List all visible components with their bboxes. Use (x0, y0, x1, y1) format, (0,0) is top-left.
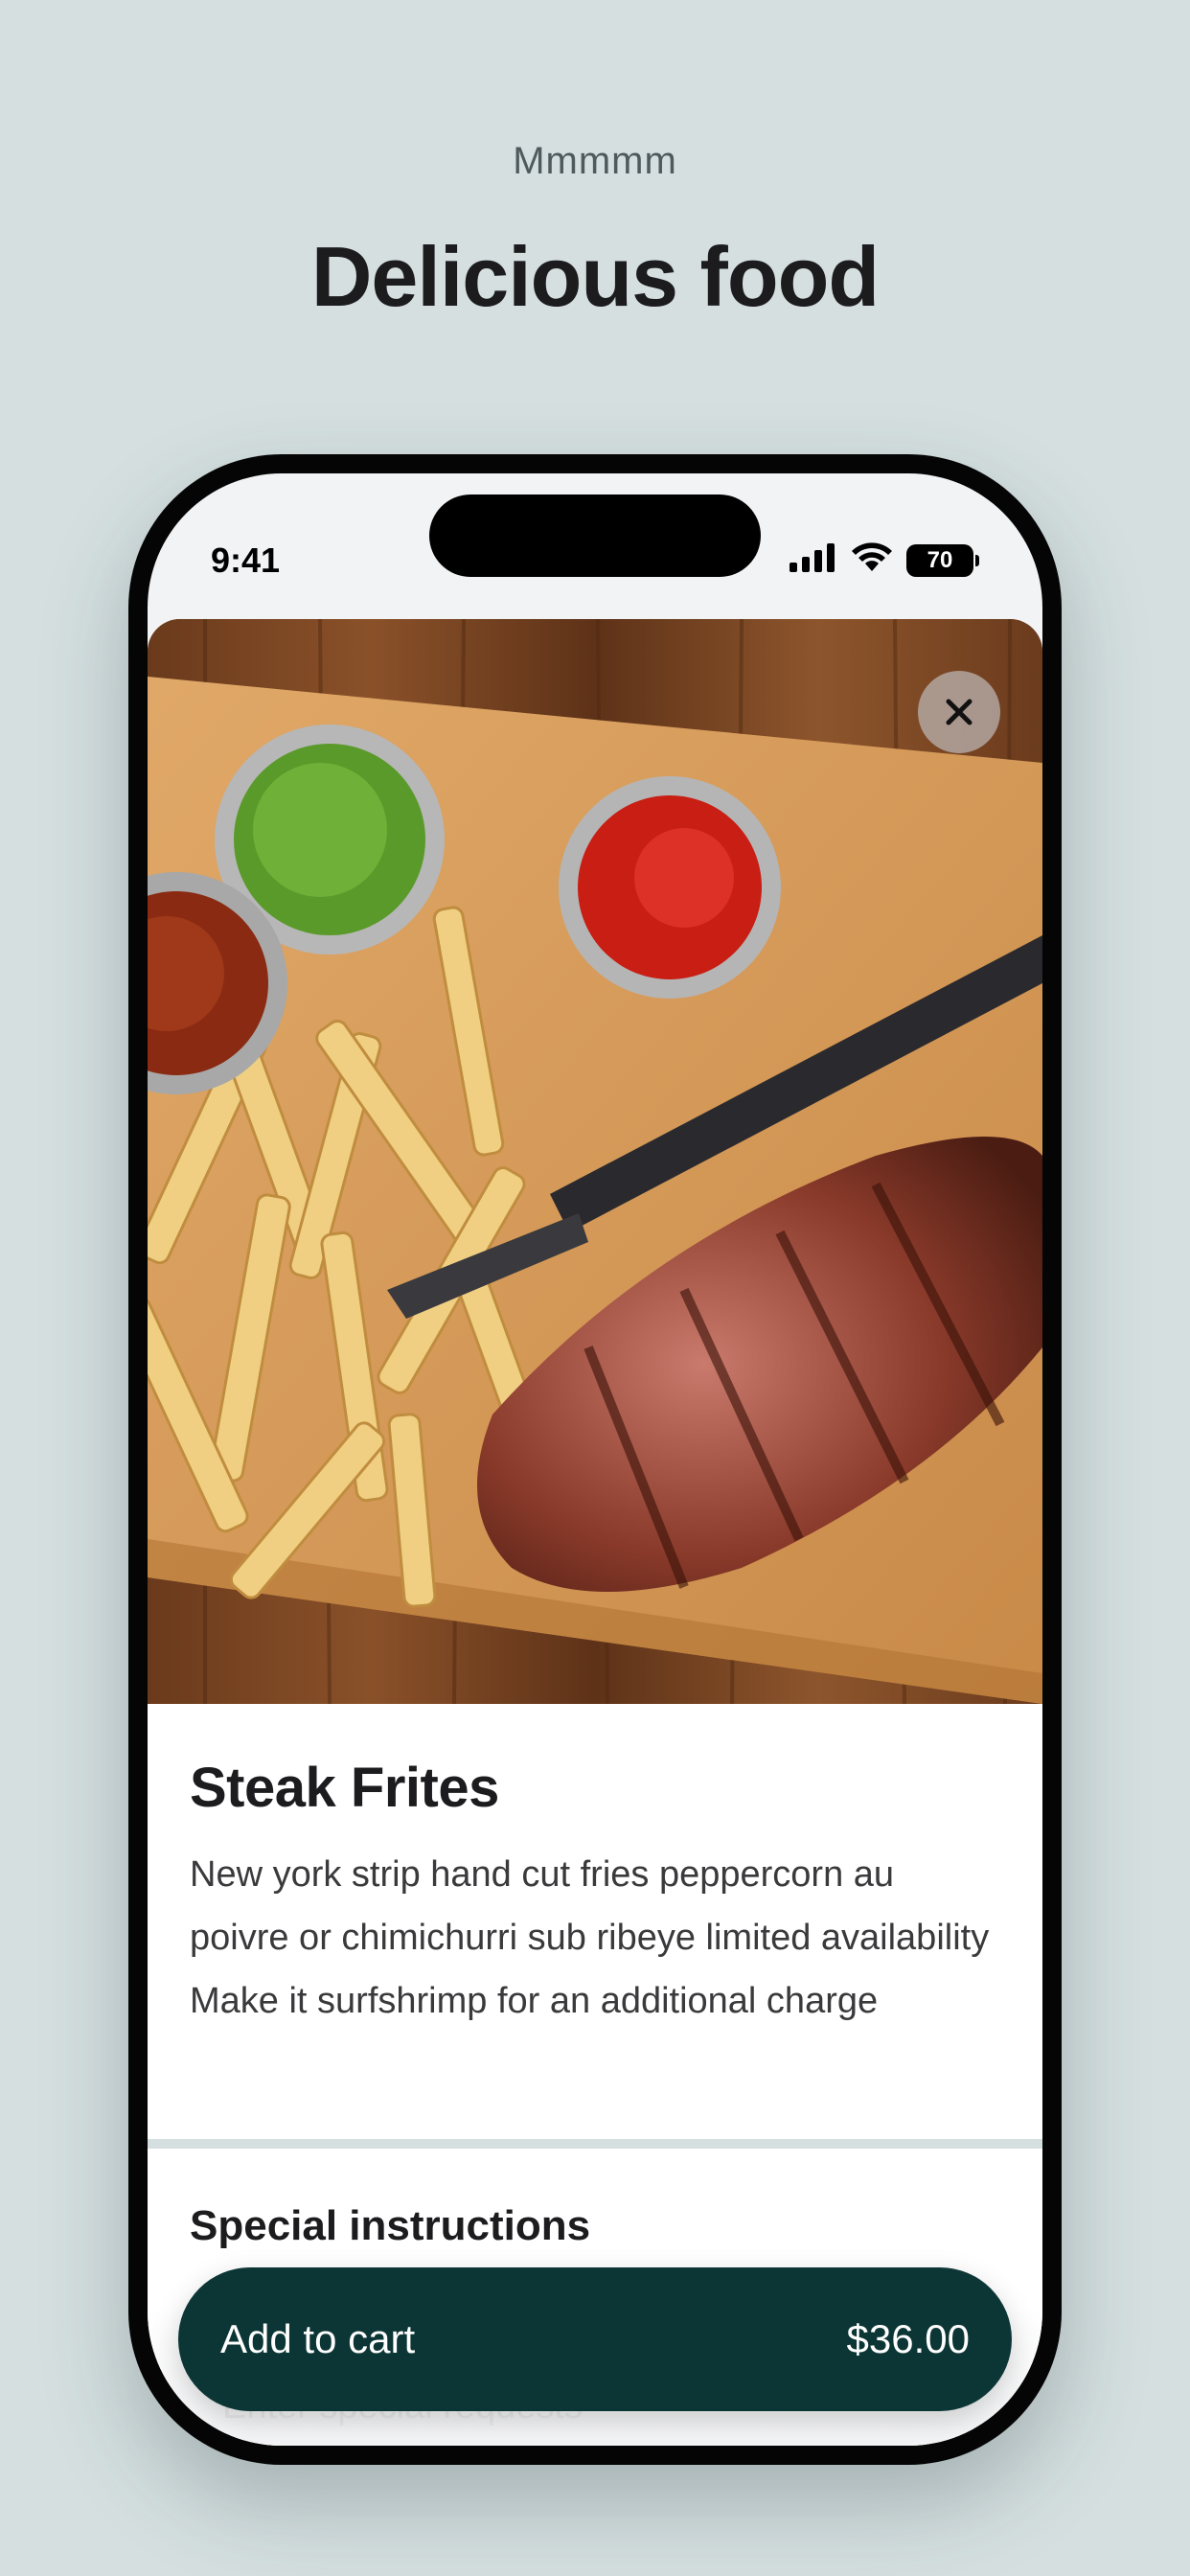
phone-frame: 9:41 70 Steak Frites New york strip hand… (128, 454, 1062, 2465)
status-time: 9:41 (211, 540, 281, 580)
dynamic-island (429, 494, 761, 577)
page-headline: Delicious food (310, 229, 880, 324)
battery-icon: 70 (906, 543, 979, 577)
item-image (148, 619, 1042, 1704)
status-icons: 70 (790, 542, 979, 578)
page-eyebrow: Mmmmm (513, 140, 677, 182)
close-icon (943, 696, 975, 728)
item-title: Steak Frites (190, 1757, 499, 1819)
item-details: Steak Frites New york strip hand cut fri… (190, 1704, 1000, 2033)
battery-level: 70 (906, 543, 973, 577)
section-divider (148, 2139, 1042, 2149)
add-to-cart-label: Add to cart (220, 2316, 416, 2361)
cart-price: $36.00 (846, 2316, 970, 2361)
signal-icon (790, 543, 837, 577)
special-instructions-title: Special instructions (190, 2202, 591, 2249)
add-to-cart-button[interactable]: Add to cart $36.00 (178, 2267, 1012, 2411)
item-description: New york strip hand cut fries peppercorn… (190, 1854, 990, 2021)
item-detail-sheet: Steak Frites New york strip hand cut fri… (148, 619, 1042, 2446)
phone-screen: 9:41 70 Steak Frites New york strip hand… (148, 473, 1042, 2446)
wifi-icon (851, 542, 893, 578)
close-button[interactable] (918, 671, 1000, 753)
